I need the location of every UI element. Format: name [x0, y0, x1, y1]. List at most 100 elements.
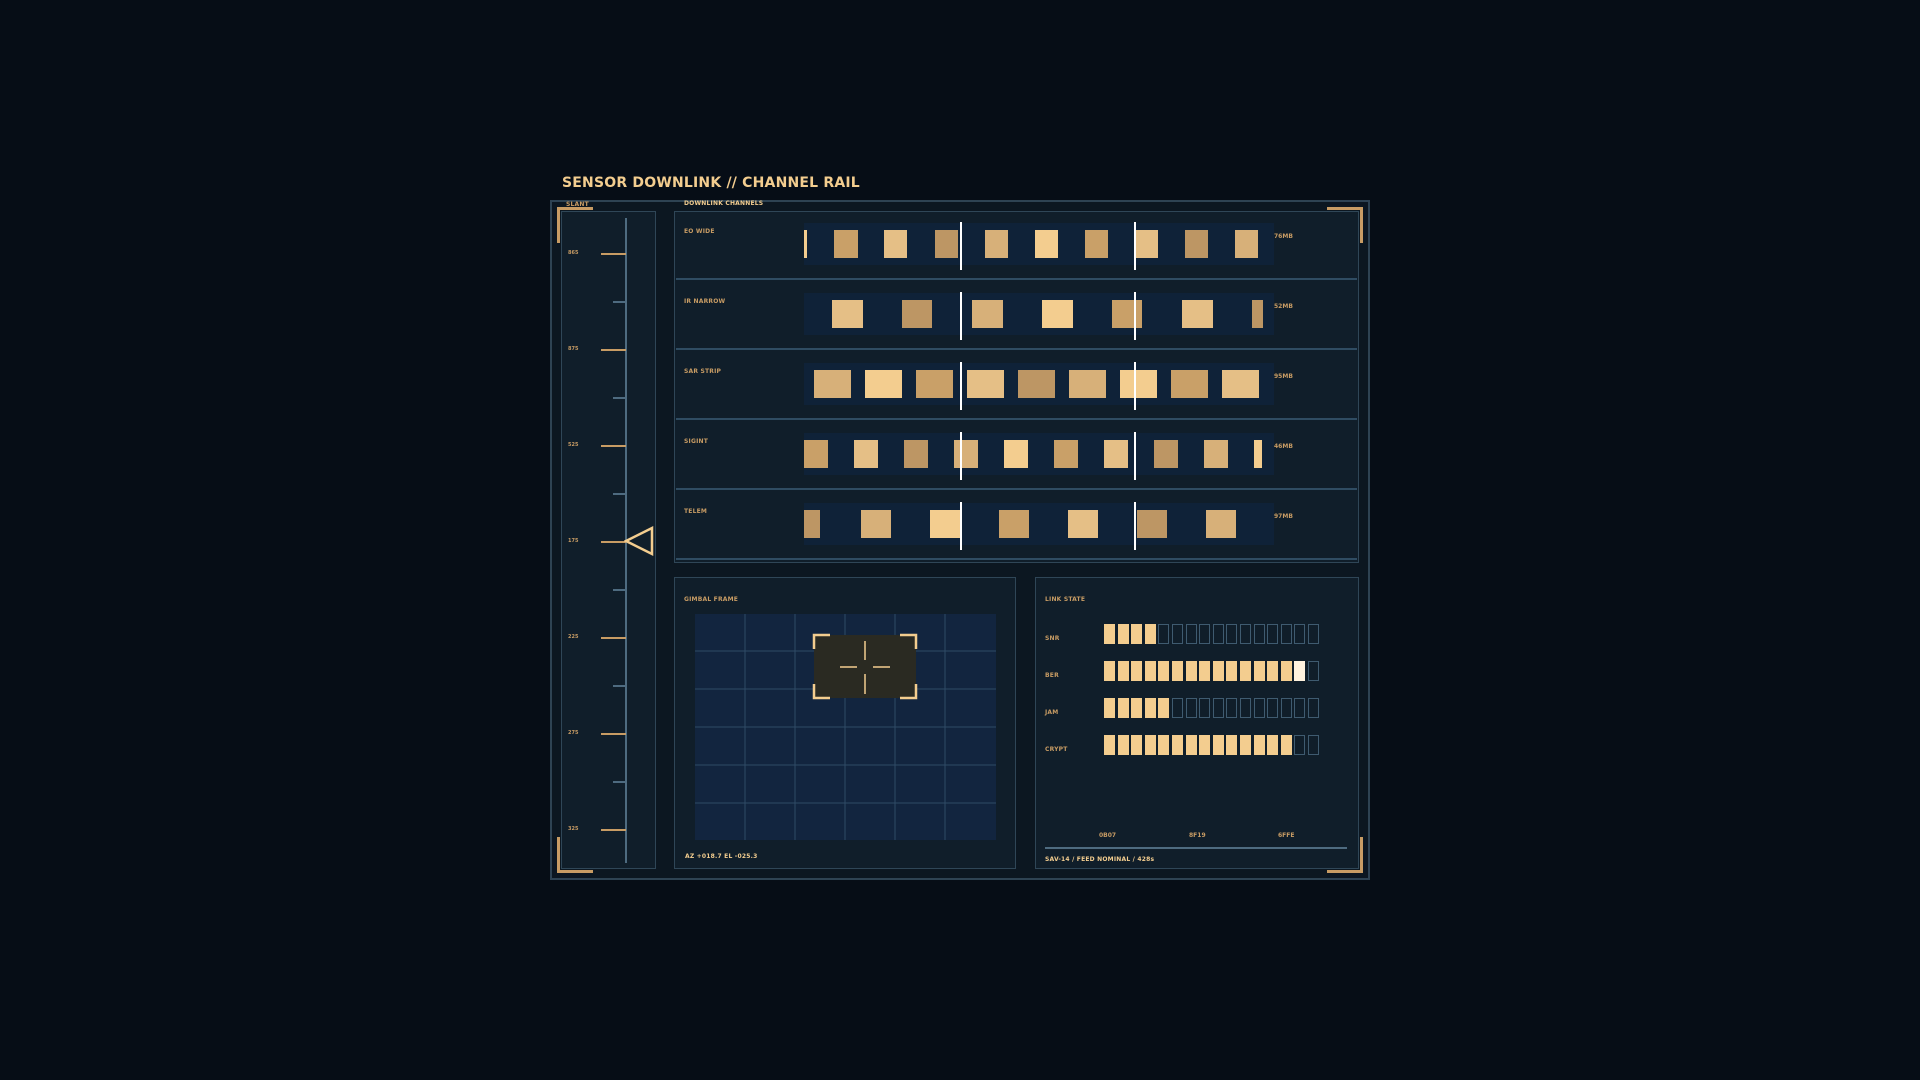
- data-packet-block[interactable]: [1035, 230, 1058, 258]
- link-code-2: 8F19: [1189, 832, 1206, 839]
- data-packet-block[interactable]: [985, 230, 1008, 258]
- data-packet-block[interactable]: [1042, 300, 1073, 328]
- data-packet-block[interactable]: [1018, 370, 1055, 398]
- data-packet-block[interactable]: [902, 300, 932, 328]
- data-packet-block[interactable]: [1112, 300, 1142, 328]
- rail-minor-tick: [613, 781, 625, 783]
- meter-segment-filled: [1212, 735, 1224, 755]
- meter-segment-filled: [1131, 661, 1143, 681]
- meter-segment-filled: [1280, 661, 1292, 681]
- data-packet-block[interactable]: [804, 510, 820, 538]
- meter-segment-empty: [1212, 698, 1224, 718]
- data-packet-block[interactable]: [861, 510, 891, 538]
- meter-segment-empty: [1253, 624, 1265, 644]
- rail-marker-triangle-icon[interactable]: [624, 525, 654, 557]
- data-packet-block[interactable]: [1135, 230, 1158, 258]
- data-packet-block[interactable]: [834, 230, 858, 258]
- data-packet-block[interactable]: [1182, 300, 1213, 328]
- meter-segment-empty: [1280, 698, 1292, 718]
- rail-tick-label: 225: [568, 634, 579, 640]
- rail-major-tick: [601, 829, 626, 831]
- data-packet-block[interactable]: [1222, 370, 1259, 398]
- data-packet-block[interactable]: [916, 370, 953, 398]
- data-packet-block[interactable]: [804, 440, 828, 468]
- meter-segment-filled: [1226, 661, 1238, 681]
- meter-segment-filled: [1199, 661, 1211, 681]
- data-packet-block[interactable]: [865, 370, 902, 398]
- data-packet-block[interactable]: [1206, 510, 1236, 538]
- meter-segment-filled: [1240, 661, 1251, 681]
- rail-tick-label: 525: [568, 442, 579, 448]
- gimbal-grid[interactable]: [695, 614, 996, 840]
- meter-segment-filled: [1104, 735, 1115, 755]
- data-packet-block[interactable]: [1068, 510, 1098, 538]
- meter-segment-empty: [1226, 624, 1238, 644]
- channel-rate: 97MB: [1274, 513, 1293, 520]
- channel-rate: 95MB: [1274, 373, 1293, 380]
- data-packet-block[interactable]: [1104, 440, 1128, 468]
- data-packet-block[interactable]: [967, 370, 1004, 398]
- meter-segment-filled: [1199, 735, 1211, 755]
- data-packet-block[interactable]: [1252, 300, 1263, 328]
- meter-segment-empty: [1158, 624, 1170, 644]
- meter-label: CRYPT: [1045, 746, 1068, 753]
- meter-segment-filled: [1144, 624, 1156, 644]
- window-gate-line: [1134, 502, 1136, 550]
- data-packet-block[interactable]: [1154, 440, 1178, 468]
- meter-segment-empty: [1226, 698, 1238, 718]
- channel-rate: 46MB: [1274, 443, 1293, 450]
- channel-row-divider: [676, 278, 1357, 280]
- channel-rate: 52MB: [1274, 303, 1293, 310]
- data-packet-block[interactable]: [1120, 370, 1157, 398]
- data-packet-block[interactable]: [1171, 370, 1208, 398]
- link-state-label: LINK STATE: [1045, 596, 1086, 603]
- meter-segment-empty: [1267, 624, 1279, 644]
- rail-major-tick: [601, 541, 626, 543]
- data-packet-block[interactable]: [1185, 230, 1208, 258]
- rail-major-tick: [601, 637, 626, 639]
- data-packet-block[interactable]: [1235, 230, 1258, 258]
- data-packet-block[interactable]: [954, 440, 978, 468]
- rail-major-tick: [601, 445, 626, 447]
- meter-segment-empty: [1267, 698, 1279, 718]
- reticle[interactable]: [812, 633, 918, 700]
- data-packet-block[interactable]: [1254, 440, 1262, 468]
- data-packet-block[interactable]: [1137, 510, 1167, 538]
- rail-major-tick: [601, 733, 626, 735]
- data-packet-block[interactable]: [804, 230, 807, 258]
- data-packet-block[interactable]: [1204, 440, 1228, 468]
- channel-name: IR NARROW: [684, 298, 726, 305]
- meter-segment-filled: [1253, 661, 1265, 681]
- meter-segment-empty: [1185, 698, 1197, 718]
- gimbal-label: GIMBAL FRAME: [684, 596, 739, 603]
- meter-segment-filled: [1158, 698, 1170, 718]
- meter-segment-filled: [1185, 735, 1197, 755]
- channel-row-divider: [676, 558, 1357, 560]
- link-divider: [1045, 847, 1347, 849]
- window-gate-line: [960, 292, 962, 340]
- meter-segment-filled: [1144, 661, 1156, 681]
- meter-segment-empty: [1294, 735, 1306, 755]
- data-packet-block[interactable]: [884, 230, 907, 258]
- channel-name: SIGINT: [684, 438, 709, 445]
- data-packet-block[interactable]: [1054, 440, 1078, 468]
- data-packet-block[interactable]: [1069, 370, 1106, 398]
- data-packet-block[interactable]: [854, 440, 878, 468]
- meter-segment-empty: [1199, 698, 1211, 718]
- data-packet-block[interactable]: [1004, 440, 1028, 468]
- window-gate-line: [960, 432, 962, 480]
- data-packet-block[interactable]: [814, 370, 851, 398]
- rail-tick-label: 175: [568, 538, 579, 544]
- link-code-1: 0B07: [1099, 832, 1117, 839]
- data-packet-block[interactable]: [1085, 230, 1108, 258]
- data-packet-block[interactable]: [832, 300, 863, 328]
- window-gate-line: [960, 362, 962, 410]
- meter-segment-empty: [1172, 698, 1183, 718]
- data-packet-block[interactable]: [935, 230, 958, 258]
- data-packet-block[interactable]: [999, 510, 1029, 538]
- meter-segment-empty: [1253, 698, 1265, 718]
- data-packet-block[interactable]: [904, 440, 928, 468]
- data-packet-block[interactable]: [972, 300, 1003, 328]
- data-packet-block[interactable]: [930, 510, 960, 538]
- window-gate-line: [1134, 432, 1136, 480]
